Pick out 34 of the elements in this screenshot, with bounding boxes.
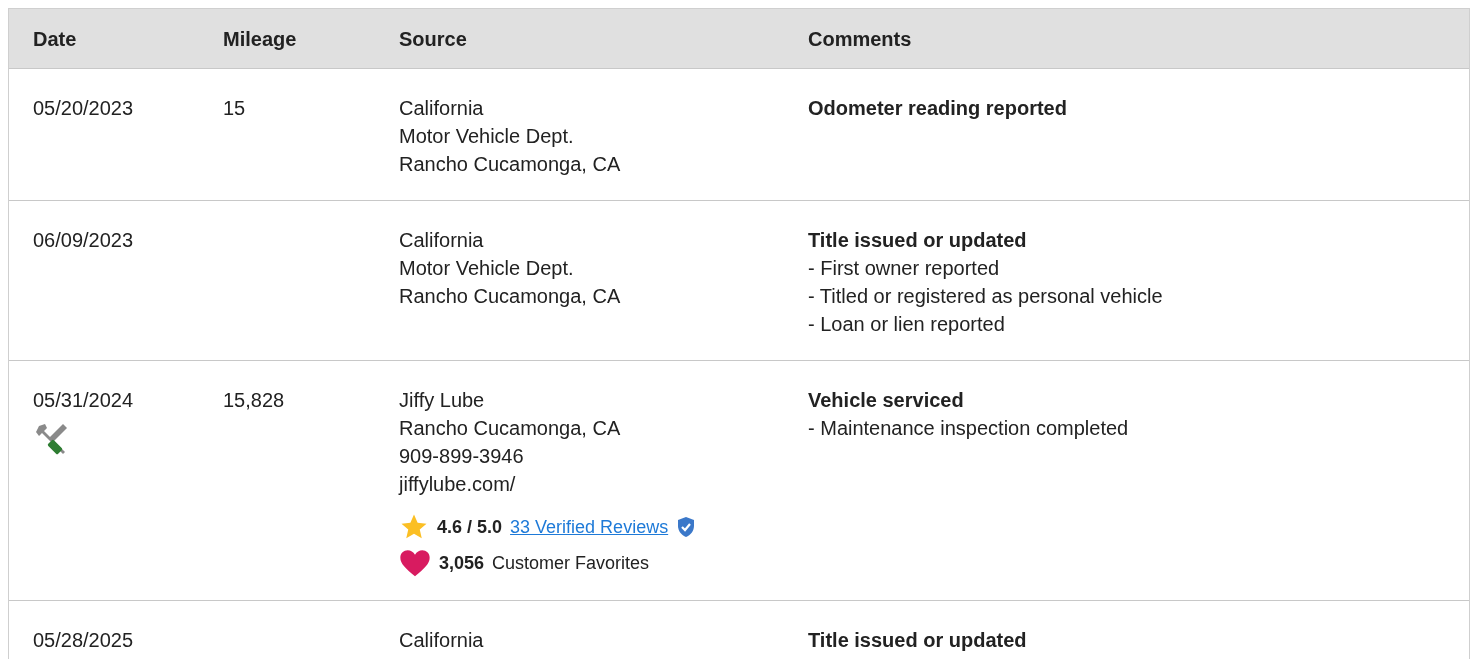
column-header: Source: [399, 27, 467, 50]
source-line: Motor Vehicle Dept.: [399, 256, 574, 281]
source-line: California: [399, 228, 484, 253]
comment-item: - Titled or registered as personal vehicle: [808, 284, 1163, 309]
heart-icon: [399, 548, 431, 578]
comment-item: - First owner reported: [808, 256, 1000, 281]
source-line: Rancho Cucamonga, CA: [399, 152, 621, 177]
reviews-link[interactable]: 33 Verified Reviews: [510, 513, 669, 541]
comment-title: Odometer reading reported: [808, 96, 1067, 121]
source-line: California: [399, 628, 484, 653]
comment-item: - Maintenance inspection completed: [808, 416, 1129, 441]
comment-title: Title issued or updated: [808, 628, 1027, 653]
favorites-count: 3,056: [439, 552, 485, 575]
source-line: Rancho Cucamonga, CA: [399, 416, 621, 441]
source-line: 909-899-3946: [399, 444, 524, 469]
comment-title: Vehicle serviced: [808, 388, 964, 413]
comment-item: - Loan or lien reported: [808, 312, 1005, 337]
mileage-cell: 15,828: [223, 389, 285, 411]
source-line: Jiffy Lube: [399, 388, 485, 413]
mileage-cell: 15: [223, 97, 246, 119]
date-cell-text: 05/28/2025: [33, 628, 135, 653]
column-header: Mileage: [223, 27, 297, 50]
rating-score: 4.6 / 5.0: [437, 516, 503, 539]
source-line: Motor Vehicle Dept.: [399, 124, 574, 149]
comment-title: Title issued or updated: [808, 228, 1027, 253]
date-cell-text: 06/09/2023: [33, 228, 135, 253]
source-line: jiffylube.com/: [399, 472, 516, 497]
favorites-label: Customer Favorites: [492, 552, 650, 575]
source-line: California: [399, 96, 484, 121]
column-header: Date: [33, 27, 77, 50]
date-cell-text: 05/20/2023: [33, 96, 135, 121]
source-line: Rancho Cucamonga, CA: [399, 284, 621, 309]
column-header: Comments: [808, 27, 912, 50]
date-cell-text: 05/31/2024: [33, 388, 135, 413]
